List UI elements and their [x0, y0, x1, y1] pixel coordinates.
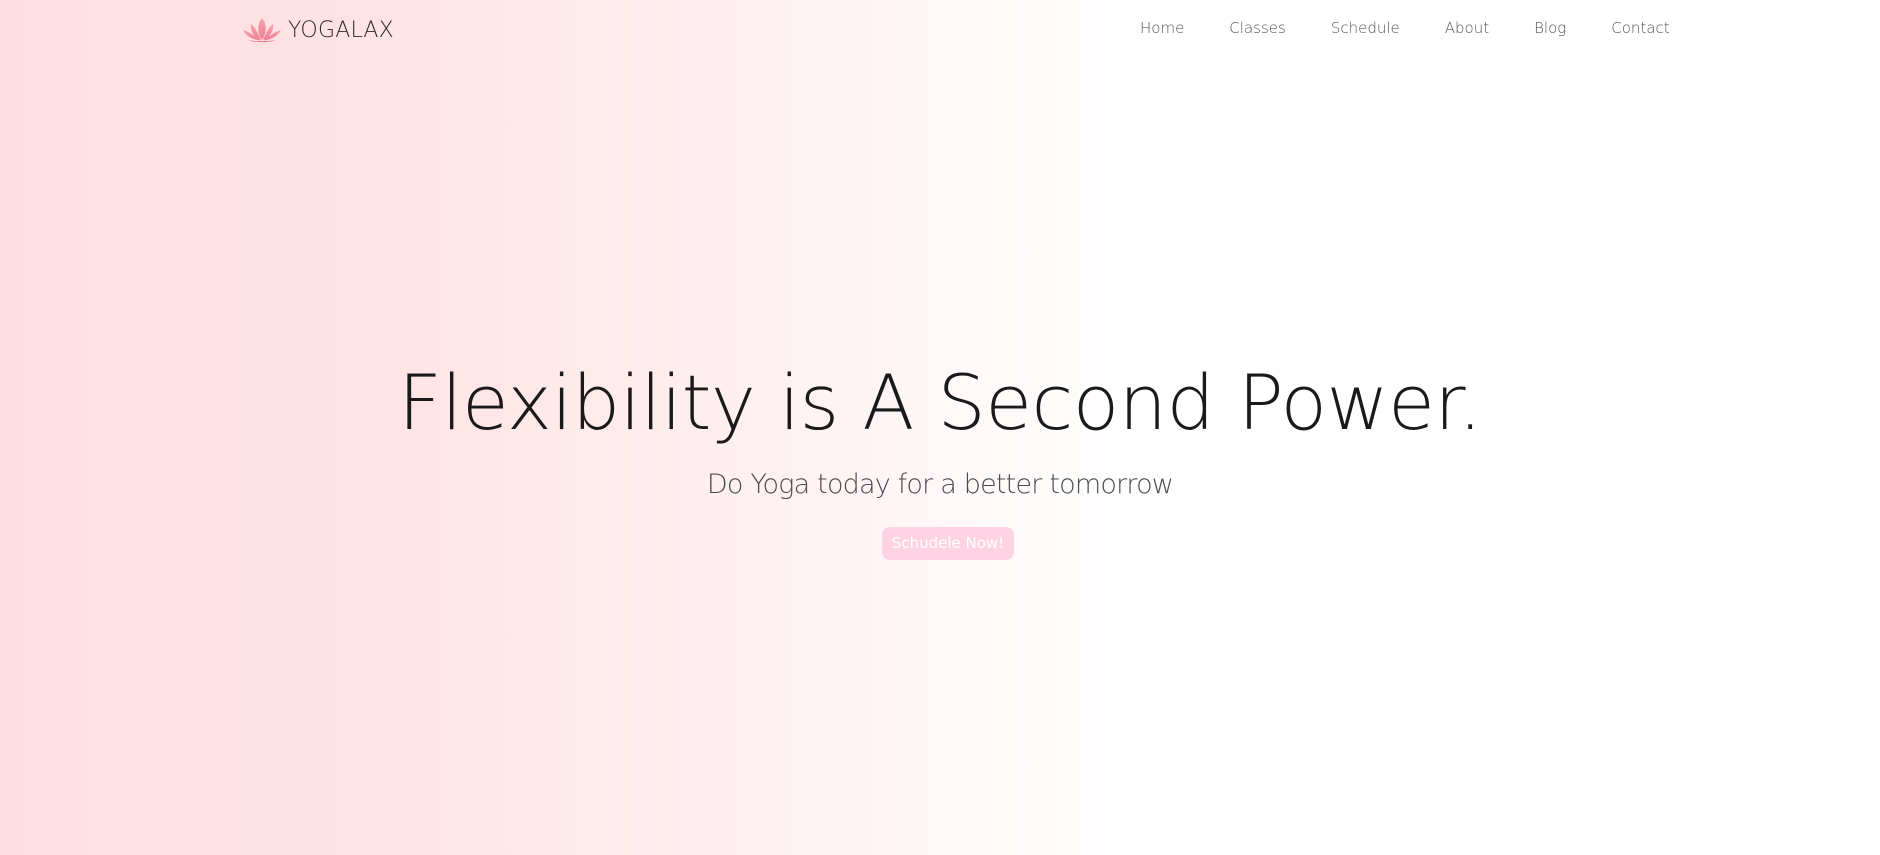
hero-subtitle: Do Yoga today for a better tomorrow	[706, 469, 1174, 500]
main-nav: Home Classes Schedule About Blog Contact	[1140, 19, 1670, 37]
schedule-now-button[interactable]: Schudele Now!	[882, 527, 1014, 560]
brand-name: YOGALAX	[288, 17, 394, 43]
page: YOGALAX Home Classes Schedule About Blog…	[0, 0, 1880, 855]
nav-item-blog[interactable]: Blog	[1534, 19, 1566, 37]
nav-item-classes[interactable]: Classes	[1229, 19, 1286, 37]
nav-item-home[interactable]: Home	[1140, 19, 1184, 37]
hero-title: Flexibility is A Second Power.	[398, 358, 1482, 447]
site-header: YOGALAX Home Classes Schedule About Blog…	[0, 0, 1880, 60]
nav-item-schedule[interactable]: Schedule	[1331, 19, 1400, 37]
brand-logo-link[interactable]: YOGALAX	[242, 14, 394, 46]
lotus-icon	[242, 15, 282, 45]
nav-item-contact[interactable]: Contact	[1611, 19, 1669, 37]
nav-item-about[interactable]: About	[1445, 19, 1489, 37]
